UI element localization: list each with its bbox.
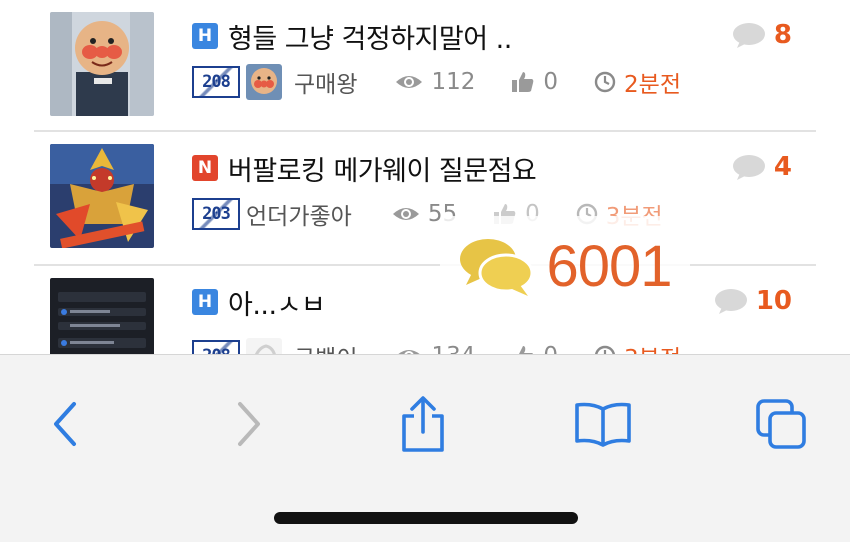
bookmarks-button[interactable] [568, 389, 638, 459]
chevron-left-icon [54, 402, 76, 446]
like-count: 0 [511, 343, 558, 354]
level-badge: 208 [192, 340, 240, 354]
view-count: 112 [395, 69, 475, 95]
avatar[interactable] [246, 64, 282, 100]
view-count: 134 [395, 343, 475, 354]
author-nickname[interactable]: 구백이 [294, 339, 357, 354]
post-title[interactable]: 버팔로킹 메가웨이 질문점요 [228, 149, 537, 188]
post-title[interactable]: 형들 그냥 걱정하지말어 .. [228, 17, 512, 56]
share-button[interactable] [388, 389, 458, 459]
author-nickname[interactable]: 구매왕 [294, 65, 357, 99]
eye-icon [398, 350, 421, 354]
book-icon [575, 402, 631, 447]
post-time-value: 3분전 [624, 339, 681, 354]
post-thumbnail[interactable] [50, 278, 154, 354]
chevron-right-icon [238, 402, 260, 446]
post-item[interactable]: H 아...ㅅㅂ 10 208 구백이 [34, 266, 816, 354]
comment-count[interactable]: 4 [732, 152, 792, 182]
eye-icon [392, 208, 419, 220]
view-count-value: 134 [431, 343, 475, 354]
comment-count-value: 4 [773, 152, 792, 182]
post-item[interactable]: N 버팔로킹 메가웨이 질문점요 4 203 언더가좋아 55 0 [34, 132, 816, 252]
thumbs-up-icon [519, 346, 534, 354]
back-button[interactable] [30, 389, 100, 459]
comment-total-value: 6001 [546, 233, 672, 299]
new-badge: N [192, 155, 218, 181]
like-count-value: 0 [543, 343, 558, 354]
post-item[interactable]: H 형들 그냥 걱정하지말어 .. 8 208 구매왕 112 0 2분전 [34, 0, 816, 120]
post-list: H 형들 그냥 걱정하지말어 .. 8 208 구매왕 112 0 2분전 N … [0, 0, 850, 354]
tabs-icon [756, 399, 806, 449]
post-time-value: 2분전 [624, 72, 681, 98]
post-thumbnail[interactable] [50, 12, 154, 116]
hot-badge: H [192, 23, 218, 49]
post-title[interactable]: 아...ㅅㅂ [228, 283, 326, 322]
clock-icon [595, 345, 616, 354]
comment-count[interactable]: 10 [714, 286, 792, 316]
hot-badge: H [192, 289, 218, 315]
view-count-value: 112 [431, 69, 476, 95]
like-count-value: 0 [543, 69, 559, 95]
like-count: 0 [511, 69, 558, 95]
author-nickname[interactable]: 언더가좋아 [246, 197, 352, 231]
comment-bubble-icon [732, 23, 765, 48]
clock-icon [594, 71, 616, 93]
thumbs-up-icon [512, 72, 534, 92]
level-badge: 203 [192, 198, 240, 230]
post-time: 3분전 [594, 339, 681, 354]
share-icon [402, 396, 444, 452]
speech-bubbles-icon [460, 239, 534, 296]
comment-count-value: 8 [773, 20, 792, 50]
comment-bubble-icon [732, 155, 765, 180]
comment-count-value: 10 [755, 286, 792, 316]
tabs-button[interactable] [746, 389, 816, 459]
post-thumbnail[interactable] [50, 144, 154, 248]
avatar[interactable] [246, 338, 282, 354]
post-time: 2분전 [594, 65, 681, 99]
comment-bubble-icon [714, 289, 747, 314]
level-badge: 208 [192, 66, 240, 98]
comment-count[interactable]: 8 [732, 20, 792, 50]
home-indicator [274, 512, 578, 524]
eye-icon [396, 76, 423, 88]
comment-total-overlay: 6001 [440, 216, 690, 316]
forward-button[interactable] [214, 389, 284, 459]
